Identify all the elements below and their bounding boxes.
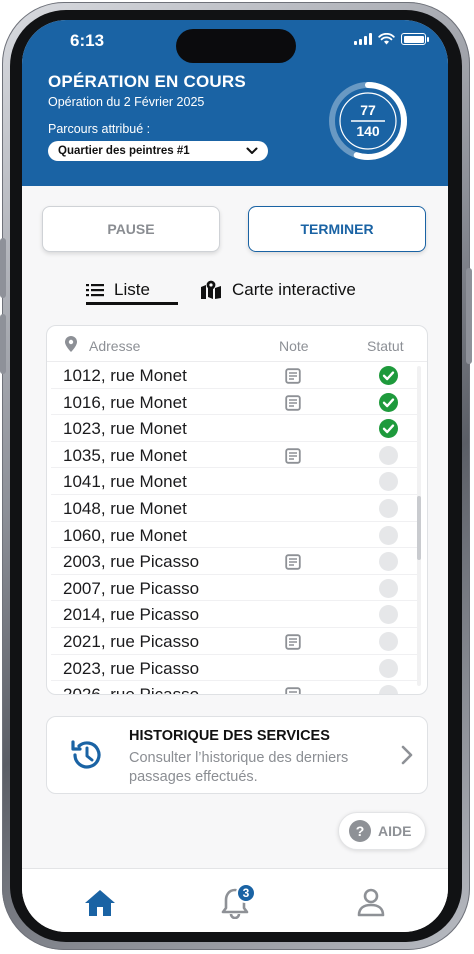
operation-date: Opération du 2 Février 2025 [48, 95, 205, 109]
note-icon[interactable] [285, 394, 301, 416]
row-address: 1060, rue Monet [63, 525, 187, 545]
note-icon[interactable] [285, 687, 301, 694]
app-screen: 6:13 OPÉRATION EN COURS Opération du 2 F… [22, 20, 448, 932]
note-icon[interactable] [285, 554, 301, 575]
location-pin-icon [65, 336, 77, 352]
tab-map-label: Carte interactive [232, 280, 356, 299]
help-icon: ? [349, 820, 371, 842]
help-button[interactable]: ? AIDE [338, 812, 426, 850]
dynamic-island [176, 29, 296, 63]
volume-down-button [0, 314, 6, 374]
volume-up-button [0, 238, 6, 298]
notification-badge: 3 [236, 883, 256, 903]
status-pending-icon [379, 605, 398, 625]
table-row[interactable]: 2003, rue Picasso [51, 548, 417, 575]
list-rows: 1012, rue Monet 1016, rue Monet 1023, rue … [47, 362, 427, 695]
battery-icon [401, 33, 429, 45]
tab-list-label: Liste [114, 280, 150, 299]
row-address: 1012, rue Monet [63, 366, 187, 385]
user-icon[interactable] [356, 887, 386, 917]
map-icon [201, 280, 221, 299]
operation-header: 6:13 OPÉRATION EN COURS Opération du 2 F… [22, 20, 448, 186]
row-address: 2023, rue Picasso [63, 658, 200, 678]
finish-button[interactable]: TERMINER [248, 206, 426, 252]
status-pending-icon [379, 498, 398, 518]
table-row[interactable]: 1060, rue Monet [51, 522, 417, 549]
active-tab-indicator [86, 302, 178, 305]
history-description: Consulter l’historique des derniers pass… [129, 750, 349, 785]
note-icon[interactable] [285, 448, 301, 469]
note-icon[interactable] [285, 634, 301, 655]
table-row[interactable]: 1012, rue Monet [51, 362, 417, 389]
help-label: AIDE [378, 823, 412, 839]
table-row[interactable]: 2007, rue Picasso [51, 575, 417, 602]
status-done-icon [379, 419, 398, 439]
status-time: 6:13 [70, 31, 105, 50]
tab-list[interactable]: Liste [86, 275, 178, 305]
table-row[interactable]: 1041, rue Monet [51, 468, 417, 495]
row-address: 2007, rue Picasso [63, 578, 200, 598]
progress-ring-graphic [329, 82, 407, 160]
table-row[interactable]: 1023, rue Monet [51, 415, 417, 442]
table-row[interactable]: 1016, rue Monet [51, 389, 417, 416]
history-title: HISTORIQUE DES SERVICES [129, 728, 330, 744]
status-pending-icon [379, 552, 398, 572]
row-address: 1041, rue Monet [63, 472, 187, 492]
row-address: 1035, rue Monet [63, 445, 187, 465]
status-done-icon [379, 366, 398, 385]
status-pending-icon [379, 631, 398, 651]
column-header-address: Adresse [89, 338, 141, 354]
route-label: Parcours attribué : [48, 122, 151, 136]
row-address: 1048, rue Monet [63, 498, 187, 518]
pause-button[interactable]: PAUSE [42, 206, 220, 252]
status-pending-icon [379, 658, 398, 678]
table-row[interactable]: 2026, rue Picasso [51, 681, 417, 695]
row-address: 2014, rue Picasso [63, 605, 200, 625]
route-select-value: Quartier des peintres #1 [58, 145, 190, 157]
status-pending-icon [379, 525, 398, 545]
row-address: 2021, rue Picasso [63, 631, 200, 651]
scrollbar-thumb[interactable] [417, 496, 421, 560]
progress-total: 140 [356, 123, 380, 139]
home-icon[interactable] [84, 889, 116, 917]
table-row[interactable]: 2023, rue Picasso [51, 655, 417, 682]
chevron-right-icon [401, 745, 413, 765]
history-icon [71, 740, 101, 769]
status-pending-icon [379, 685, 398, 694]
row-address: 2003, rue Picasso [63, 552, 200, 572]
status-pending-icon [379, 445, 398, 465]
tab-interactive-map[interactable]: Carte interactive [200, 275, 356, 305]
address-list: Adresse Note Statut 1012, rue Monet 1016,… [46, 325, 428, 695]
row-address: 2026, rue Picasso [63, 685, 200, 695]
list-scrollbar[interactable] [417, 366, 421, 686]
column-header-status: Statut [367, 338, 404, 354]
table-row[interactable]: 1048, rue Monet [51, 495, 417, 522]
status-icons [354, 33, 429, 45]
progress-ring: 77 140 [327, 80, 409, 162]
status-pending-icon [379, 578, 398, 598]
list-icon [86, 284, 104, 297]
wifi-icon [378, 33, 395, 45]
bottom-navigation: 3 [22, 868, 448, 932]
status-done-icon [379, 392, 398, 412]
progress-done: 77 [360, 102, 376, 118]
table-row[interactable]: 2021, rue Picasso [51, 628, 417, 655]
notifications-button[interactable]: 3 [220, 883, 256, 924]
table-row[interactable]: 1035, rue Monet [51, 442, 417, 469]
list-header: Adresse Note Statut [47, 326, 427, 362]
chevron-down-icon [246, 147, 258, 154]
row-address: 1023, rue Monet [63, 419, 187, 439]
power-button [466, 268, 472, 364]
row-address: 1016, rue Monet [63, 392, 187, 412]
route-select[interactable]: Quartier des peintres #1 [48, 141, 268, 161]
status-pending-icon [379, 472, 398, 492]
service-history-card[interactable]: HISTORIQUE DES SERVICES Consulter l’hist… [46, 716, 428, 794]
signal-icon [354, 33, 372, 45]
page-title: OPÉRATION EN COURS [48, 72, 246, 91]
column-header-note: Note [279, 338, 309, 354]
note-icon[interactable] [285, 368, 301, 389]
table-row[interactable]: 2014, rue Picasso [51, 601, 417, 628]
